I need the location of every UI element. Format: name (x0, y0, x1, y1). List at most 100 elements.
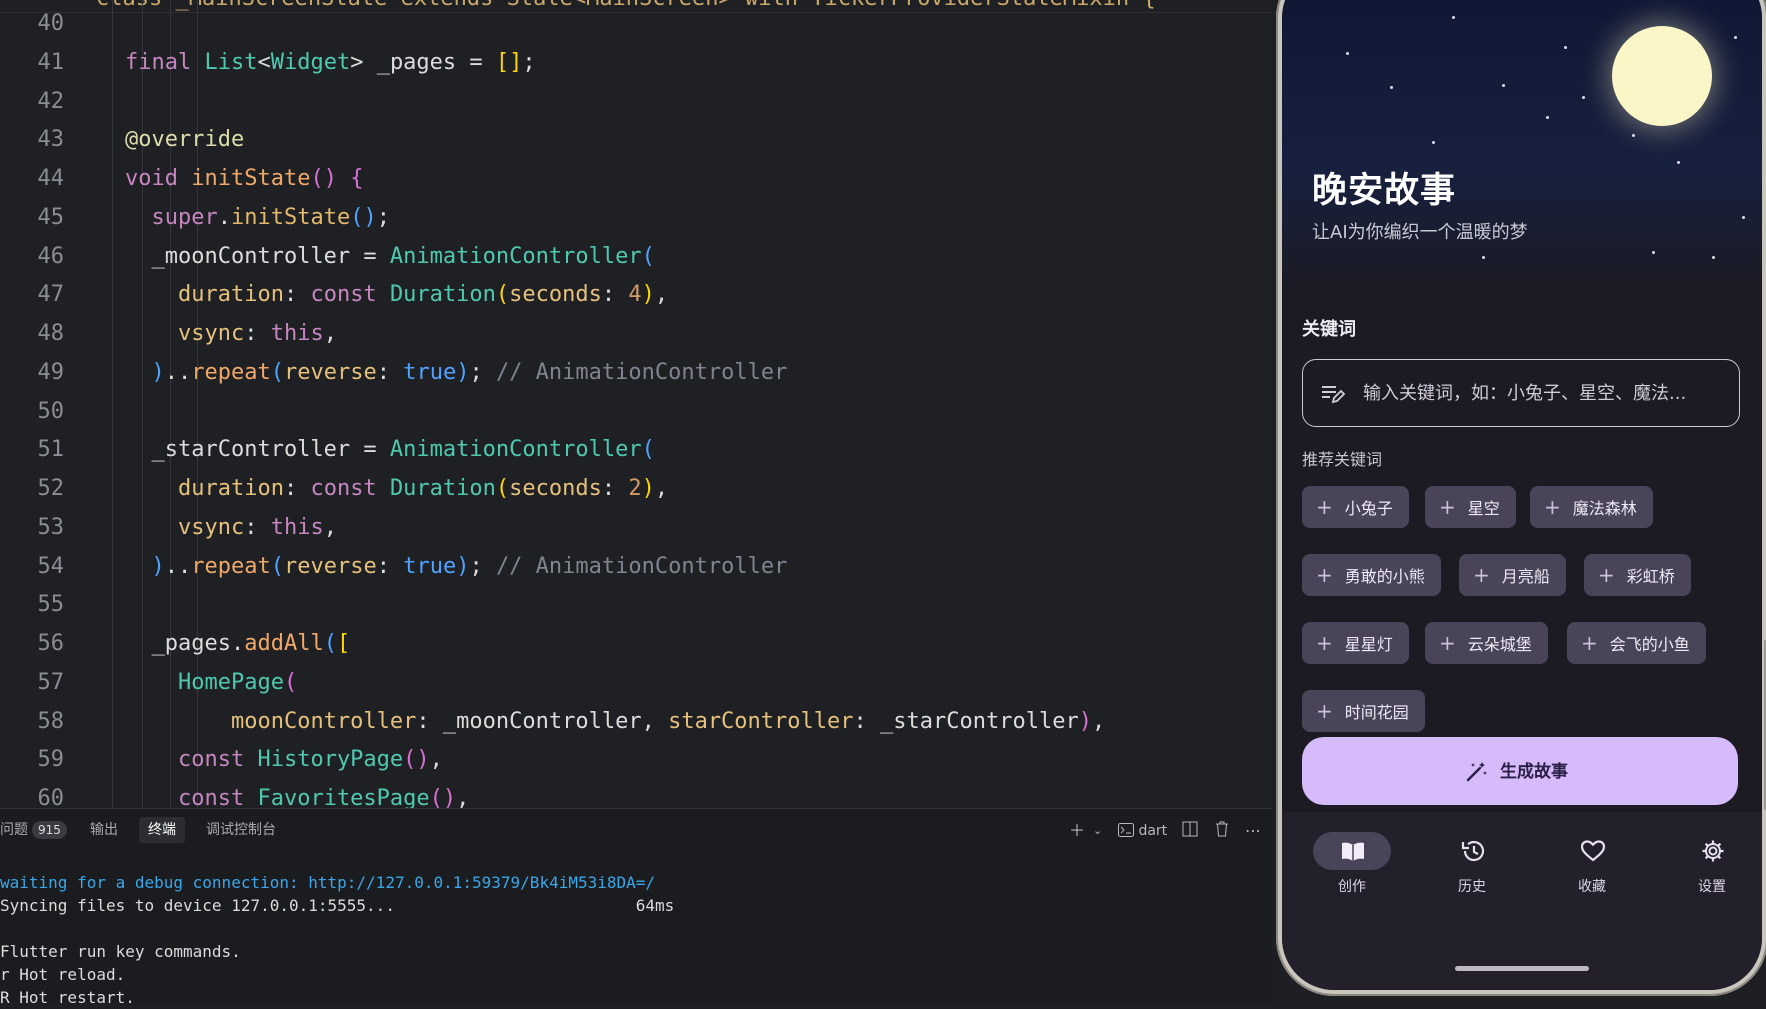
terminal-output[interactable]: waiting for a debug connection: http://1… (0, 871, 674, 1009)
nav-item-favorites[interactable]: 收藏 (1552, 832, 1632, 896)
code-line[interactable]: 58 moonController: _moonController, star… (0, 703, 1272, 741)
keyword-chip[interactable]: + 星空 (1425, 486, 1516, 528)
phone-screen: 晚安故事 让AI为你编织一个温暖的梦 关键词 推荐关键词 + 小兔子 + 星空 + 魔… (1282, 0, 1762, 990)
tab-debug-console[interactable]: 调试控制台 (206, 817, 276, 843)
more-actions-icon[interactable]: ⋯ (1245, 821, 1261, 841)
panel-tabs: 问题 915 输出 终端 调试控制台 ＋ ⌄ dart ⋯ (0, 809, 1272, 847)
line-number: 49 (37, 360, 65, 385)
heart-icon (1580, 840, 1606, 862)
tab-problems[interactable]: 问题 915 (0, 817, 67, 843)
terminal-line: waiting for a debug connection: http://1… (0, 873, 656, 892)
code-line[interactable]: 55 (0, 586, 1272, 624)
plus-icon: + (1316, 699, 1333, 723)
keyword-input[interactable] (1361, 360, 1735, 426)
nav-item-create[interactable]: 创作 (1312, 832, 1392, 896)
chip-label: 勇敢的小熊 (1344, 567, 1425, 586)
nav-indicator (1433, 832, 1511, 870)
code-line[interactable]: 59 const HistoryPage(), (0, 741, 1272, 779)
keyword-chip[interactable]: + 勇敢的小熊 (1302, 554, 1441, 596)
code-line[interactable]: 51 _starController = AnimationController… (0, 431, 1272, 469)
new-terminal-icon[interactable]: ＋ (1069, 821, 1085, 841)
code-line[interactable]: 49 )..repeat(reverse: true); // Animatio… (0, 354, 1272, 392)
chip-label: 小兔子 (1344, 499, 1393, 518)
code-line[interactable]: 53 vsync: this, (0, 509, 1272, 547)
keyword-chip[interactable]: + 月亮船 (1459, 554, 1566, 596)
keyword-chip[interactable]: + 星星灯 (1302, 622, 1409, 664)
star (1632, 134, 1635, 137)
keyword-chip[interactable]: + 小兔子 (1302, 486, 1409, 528)
nav-label: 创作 (1338, 879, 1366, 895)
nav-indicator (1673, 832, 1751, 870)
line-number: 53 (37, 515, 65, 540)
code-line[interactable]: 40 (0, 5, 1272, 43)
plus-icon: + (1439, 631, 1456, 655)
code-line[interactable]: 54 )..repeat(reverse: true); // Animatio… (0, 548, 1272, 586)
tab-output[interactable]: 输出 (90, 817, 118, 843)
terminal-line: r Hot reload. (0, 965, 126, 984)
star (1546, 116, 1549, 119)
keyword-chip[interactable]: + 魔法森林 (1530, 486, 1653, 528)
keyword-chip[interactable]: + 云朵城堡 (1425, 622, 1548, 664)
line-number: 48 (37, 321, 65, 346)
code-line[interactable]: 44 void initState() { (0, 160, 1272, 198)
code-line[interactable]: 47 duration: const Duration(seconds: 4), (0, 276, 1272, 314)
bottom-panel: 问题 915 输出 终端 调试控制台 ＋ ⌄ dart ⋯ waiting for… (0, 808, 1272, 1007)
code-line[interactable]: 45 super.initState(); (0, 199, 1272, 237)
line-number: 54 (37, 554, 65, 579)
line-number: 59 (37, 747, 65, 772)
terminal-shell-selector[interactable]: dart (1118, 821, 1167, 841)
trash-icon[interactable] (1214, 821, 1230, 842)
generate-story-button[interactable]: 生成故事 (1302, 737, 1738, 805)
recommended-keywords-label: 推荐关键词 (1302, 450, 1383, 469)
tab-problems-label: 问题 (0, 822, 28, 838)
star (1652, 251, 1655, 254)
split-terminal-icon[interactable] (1182, 821, 1198, 842)
keyword-input-box[interactable] (1302, 359, 1740, 427)
keyword-chip[interactable]: + 彩虹桥 (1584, 554, 1691, 596)
keyword-chip[interactable]: + 时间花园 (1302, 690, 1425, 732)
code-editor[interactable]: class _MainScreenState extends State<Mai… (0, 0, 1272, 808)
code-line[interactable]: 50 (0, 393, 1272, 431)
book-open-icon (1342, 842, 1364, 861)
code-line[interactable]: 42 (0, 83, 1272, 121)
chip-label: 月亮船 (1501, 567, 1550, 586)
chip-label: 时间花园 (1344, 703, 1409, 722)
line-number: 60 (37, 786, 65, 808)
star (1742, 216, 1745, 219)
line-number: 50 (37, 399, 65, 424)
terminal-line: Syncing files to device 127.0.0.1:5555..… (0, 896, 675, 915)
line-number: 55 (37, 592, 65, 617)
star (1677, 161, 1680, 164)
night-sky-header: 晚安故事 让AI为你编织一个温暖的梦 (1282, 0, 1762, 301)
star (1482, 256, 1485, 259)
home-indicator[interactable] (1455, 966, 1589, 971)
chevron-down-icon[interactable]: ⌄ (1093, 821, 1102, 841)
star (1432, 141, 1435, 144)
nav-item-settings[interactable]: 设置 (1672, 832, 1752, 896)
nav-label: 设置 (1698, 879, 1726, 895)
line-number: 45 (37, 205, 65, 230)
line-number: 58 (37, 709, 65, 734)
line-number: 41 (37, 50, 65, 75)
keyword-chip[interactable]: + 会飞的小鱼 (1567, 622, 1706, 664)
code-line[interactable]: 57 HomePage( (0, 664, 1272, 702)
plus-icon: + (1439, 495, 1456, 519)
code-line[interactable]: 43 @override (0, 121, 1272, 159)
star (1452, 16, 1455, 19)
terminal-line: R Hot restart. (0, 988, 135, 1007)
nav-item-history[interactable]: 历史 (1432, 832, 1512, 896)
code-line[interactable]: 52 duration: const Duration(seconds: 2), (0, 470, 1272, 508)
code-line[interactable]: 41 final List<Widget> _pages = []; (0, 44, 1272, 82)
edit-note-icon (1322, 386, 1345, 404)
history-icon (1461, 840, 1485, 862)
magic-wand-icon (1466, 762, 1487, 782)
code-line[interactable]: 48 vsync: this, (0, 315, 1272, 353)
code-line[interactable]: 56 _pages.addAll([ (0, 625, 1272, 663)
nav-indicator (1553, 832, 1631, 870)
plus-icon: + (1473, 563, 1490, 587)
tab-terminal[interactable]: 终端 (139, 817, 185, 843)
keywords-label: 关键词 (1302, 319, 1356, 340)
code-line[interactable]: 60 const FavoritesPage(), (0, 780, 1272, 808)
code-line[interactable]: 46 _moonController = AnimationController… (0, 238, 1272, 276)
star (1582, 96, 1585, 99)
